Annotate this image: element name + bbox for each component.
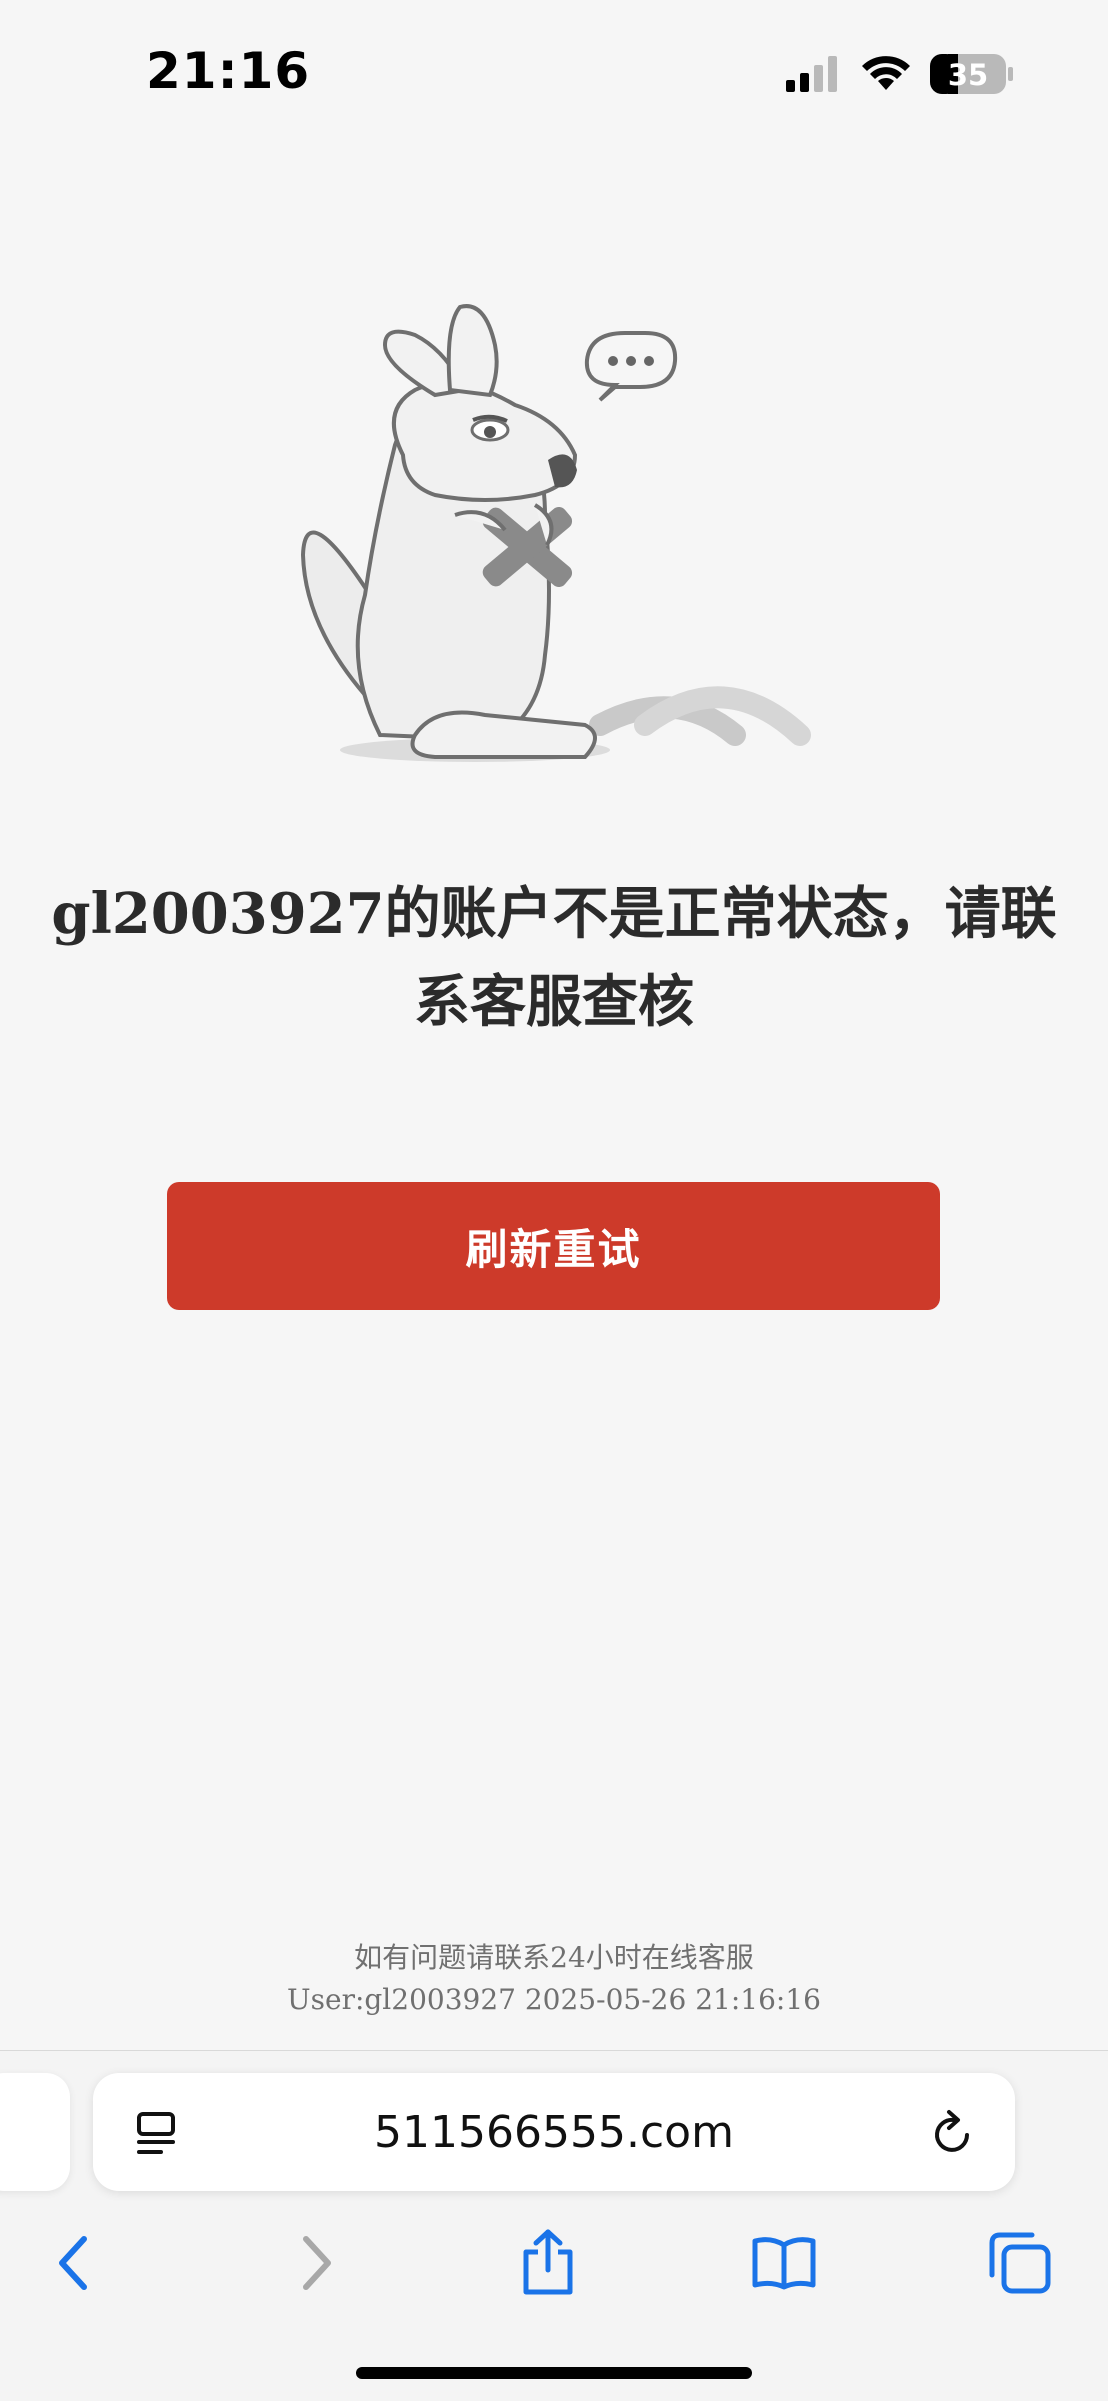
refresh-retry-button[interactable]: 刷新重试 bbox=[167, 1182, 940, 1310]
previous-tab-card[interactable] bbox=[0, 2073, 70, 2191]
browser-toolbar: 511566555.com bbox=[0, 2050, 1108, 2401]
share-icon bbox=[523, 2229, 573, 2295]
battery-icon: 35 bbox=[930, 54, 1013, 94]
share-button[interactable] bbox=[508, 2223, 588, 2303]
account-status-message: gl2003927的账户不是正常状态，请联系客服查核 bbox=[51, 881, 1057, 1035]
bookmarks-icon bbox=[752, 2237, 816, 2290]
wifi-icon bbox=[862, 56, 910, 90]
bookmarks-button[interactable] bbox=[744, 2223, 824, 2303]
back-icon bbox=[59, 2236, 87, 2290]
battery-level: 35 bbox=[948, 58, 988, 92]
kangaroo-error-illustration bbox=[300, 304, 811, 762]
forward-button[interactable] bbox=[276, 2223, 356, 2303]
forward-icon bbox=[303, 2236, 331, 2290]
cellular-signal-icon bbox=[786, 56, 837, 92]
home-indicator[interactable] bbox=[356, 2367, 752, 2379]
support-contact-text: 如有问题请联系24小时在线客服 bbox=[354, 1941, 754, 1974]
address-bar[interactable]: 511566555.com bbox=[93, 2073, 1015, 2191]
status-time: 21:16 bbox=[146, 42, 311, 100]
status-bar: 21:16 35 bbox=[0, 0, 1108, 150]
url-text[interactable]: 511566555.com bbox=[93, 2073, 1015, 2191]
tabs-button[interactable] bbox=[980, 2223, 1060, 2303]
reload-icon[interactable] bbox=[931, 2109, 977, 2157]
tabs-icon bbox=[989, 2232, 1051, 2294]
user-timestamp-text: User:gl2003927 2025-05-26 21:16:16 bbox=[287, 1983, 821, 2016]
back-button[interactable] bbox=[34, 2223, 114, 2303]
